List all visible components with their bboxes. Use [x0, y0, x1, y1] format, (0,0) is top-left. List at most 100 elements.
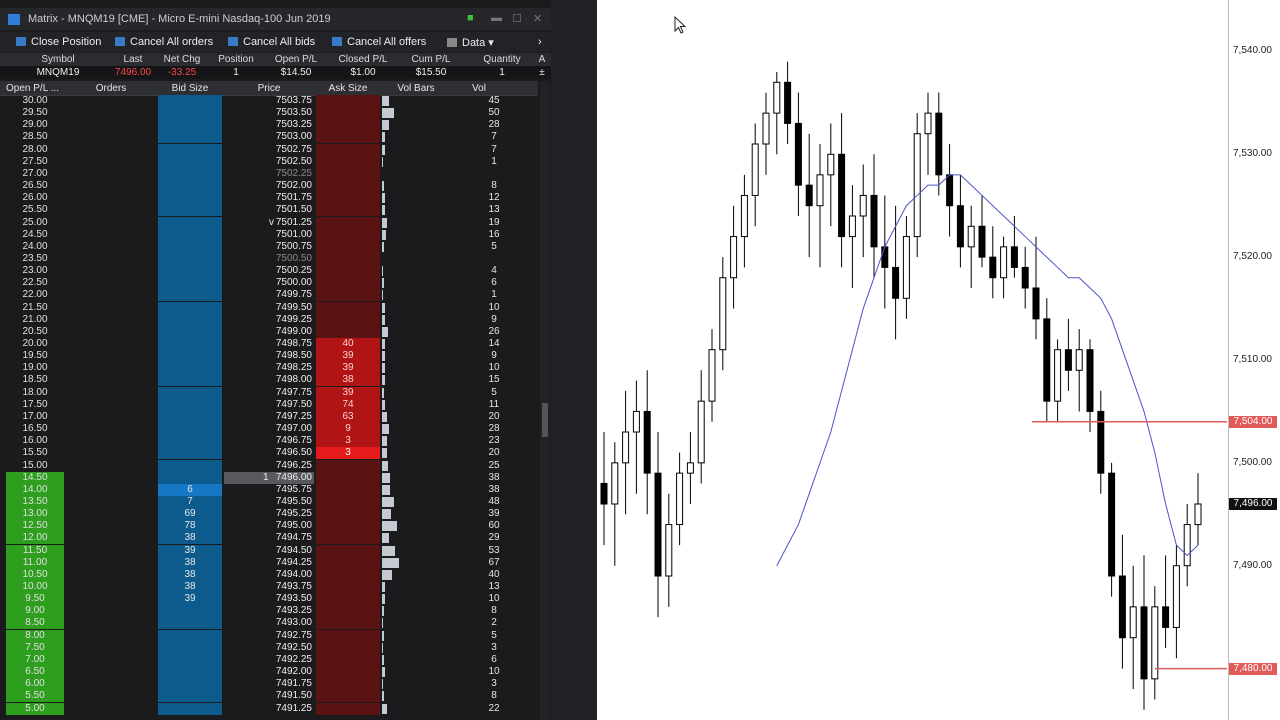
price-cell[interactable]: 7494.75 [224, 532, 314, 544]
ask-size-cell[interactable] [316, 495, 380, 508]
orders-cell[interactable] [66, 229, 156, 241]
ladder-row[interactable]: 21.00 7499.25 9 [0, 313, 538, 326]
orders-cell[interactable] [66, 314, 156, 326]
summary-row[interactable]: MNQM19 7496.00 -33.25 1 $14.50 $1.00 $15… [0, 66, 551, 79]
price-cell[interactable]: 7496.00 [224, 471, 314, 484]
ladder-row[interactable]: 20.00 7498.75 40 14 [0, 338, 538, 350]
orders-cell[interactable] [66, 690, 156, 702]
orders-cell[interactable] [66, 423, 156, 435]
ask-size-cell[interactable] [316, 483, 380, 496]
bid-size-cell[interactable]: 38 [158, 532, 222, 545]
ask-size-cell[interactable] [316, 581, 380, 593]
bid-size-cell[interactable] [158, 167, 222, 180]
orders-cell[interactable] [66, 374, 156, 386]
orders-cell[interactable] [66, 95, 156, 107]
ladder-row[interactable]: 18.50 7498.00 38 15 [0, 374, 538, 387]
ladder-row[interactable]: 13.00 69 7495.25 39 [0, 508, 538, 521]
orders-cell[interactable] [66, 204, 156, 216]
bid-size-cell[interactable] [158, 702, 222, 715]
price-cell[interactable]: 7501.50 [224, 204, 314, 216]
orders-cell[interactable] [66, 654, 156, 666]
ask-size-cell[interactable]: 9 [316, 423, 380, 436]
price-cell[interactable]: 7503.00 [224, 131, 314, 143]
ask-size-cell[interactable] [316, 313, 380, 326]
ladder-row[interactable]: 19.00 7498.25 39 10 [0, 362, 538, 375]
orders-cell[interactable] [66, 435, 156, 447]
ladder-row[interactable]: 19.50 7498.50 39 9 [0, 350, 538, 363]
ladder-row[interactable]: 9.00 7493.25 8 [0, 605, 538, 618]
ask-size-cell[interactable] [316, 95, 380, 107]
ladder-row[interactable]: 27.50 7502.50 1 [0, 155, 538, 168]
ladder-row[interactable]: 18.00 7497.75 39 5 [0, 386, 538, 399]
orders-cell[interactable] [66, 593, 156, 605]
orders-cell[interactable] [66, 350, 156, 362]
price-cell[interactable]: 7502.75 [224, 144, 314, 156]
ladder-row[interactable]: 22.00 7499.75 1 [0, 289, 538, 302]
ladder-row[interactable]: 17.50 7497.50 74 11 [0, 398, 538, 411]
ask-size-cell[interactable] [316, 556, 380, 569]
orders-cell[interactable] [66, 192, 156, 204]
ladder-row[interactable]: 11.50 39 7494.50 53 [0, 544, 538, 557]
ask-size-cell[interactable] [316, 544, 380, 557]
ask-size-cell[interactable] [316, 629, 380, 642]
price-cell[interactable]: 7501.00 [224, 229, 314, 241]
price-cell[interactable]: 7502.00 [224, 180, 314, 192]
price-cell[interactable]: 7496.25 [224, 460, 314, 472]
orders-cell[interactable] [66, 144, 156, 156]
orders-cell[interactable] [66, 217, 156, 229]
bid-size-cell[interactable]: 38 [158, 556, 222, 569]
ladder-row[interactable]: 15.00 7496.25 25 [0, 459, 538, 472]
orders-cell[interactable] [66, 277, 156, 289]
price-cell[interactable]: 7502.50 [224, 156, 314, 168]
bid-size-cell[interactable] [158, 313, 222, 326]
ask-size-cell[interactable]: 40 [316, 338, 380, 350]
ladder-row[interactable]: 8.00 7492.75 5 [0, 629, 538, 642]
ask-size-cell[interactable] [316, 155, 380, 168]
bid-size-cell[interactable] [158, 131, 222, 144]
price-cell[interactable]: 7500.50 [224, 253, 314, 265]
price-ladder[interactable]: 30.00 7503.75 45 29.50 7503.50 50 29.00 7503.25… [0, 95, 538, 720]
ladder-row[interactable]: 11.00 38 7494.25 67 [0, 556, 538, 569]
ask-size-cell[interactable] [316, 167, 380, 180]
ladder-row[interactable]: 14.50 7496.00 1 38 [0, 471, 538, 484]
orders-cell[interactable] [66, 289, 156, 301]
price-cell[interactable]: 7498.00 [224, 374, 314, 386]
price-cell[interactable]: 7497.25 [224, 411, 314, 423]
orders-cell[interactable] [66, 399, 156, 411]
orders-cell[interactable] [66, 119, 156, 131]
ladder-row[interactable]: 25.50 7501.50 13 [0, 204, 538, 217]
orders-cell[interactable] [66, 569, 156, 581]
ladder-row[interactable]: 17.00 7497.25 63 20 [0, 410, 538, 423]
orders-cell[interactable] [66, 520, 156, 532]
orders-cell[interactable] [66, 605, 156, 617]
orders-cell[interactable] [66, 666, 156, 678]
orders-cell[interactable] [66, 545, 156, 557]
orders-cell[interactable] [66, 253, 156, 265]
col-bid-size[interactable]: Bid Size [158, 83, 222, 94]
ask-size-cell[interactable] [316, 301, 380, 314]
price-cell[interactable]: 7497.50 [224, 399, 314, 411]
orders-cell[interactable] [66, 338, 156, 350]
ask-size-cell[interactable]: 38 [316, 374, 380, 387]
col-ask-size[interactable]: Ask Size [316, 83, 380, 94]
price-cell[interactable]: 7493.00 [224, 617, 314, 629]
ask-size-cell[interactable]: 3 [316, 435, 380, 448]
price-cell[interactable]: 7491.75 [224, 678, 314, 690]
link-icon[interactable]: ■ [467, 12, 474, 24]
ladder-row[interactable]: 10.50 38 7494.00 40 [0, 568, 538, 581]
bid-size-cell[interactable] [158, 374, 222, 387]
ask-size-cell[interactable] [316, 277, 380, 290]
ladder-row[interactable]: 27.00 7502.25 [0, 167, 538, 180]
ask-size-cell[interactable] [316, 678, 380, 691]
ladder-row[interactable]: 24.00 7500.75 5 [0, 240, 538, 253]
price-cell[interactable]: 7493.75 [224, 581, 314, 593]
bid-size-cell[interactable]: 7 [158, 495, 222, 508]
price-cell[interactable]: 7491.25 [224, 703, 314, 715]
price-cell[interactable]: 7494.50 [224, 545, 314, 557]
ladder-row[interactable]: 21.50 7499.50 10 [0, 301, 538, 314]
cancel-all-bids-button[interactable]: Cancel All bids [228, 36, 315, 48]
bid-size-cell[interactable] [158, 155, 222, 168]
bid-size-cell[interactable] [158, 386, 222, 399]
ladder-row[interactable]: 13.50 7 7495.50 48 [0, 495, 538, 508]
ask-size-cell[interactable] [316, 228, 380, 241]
